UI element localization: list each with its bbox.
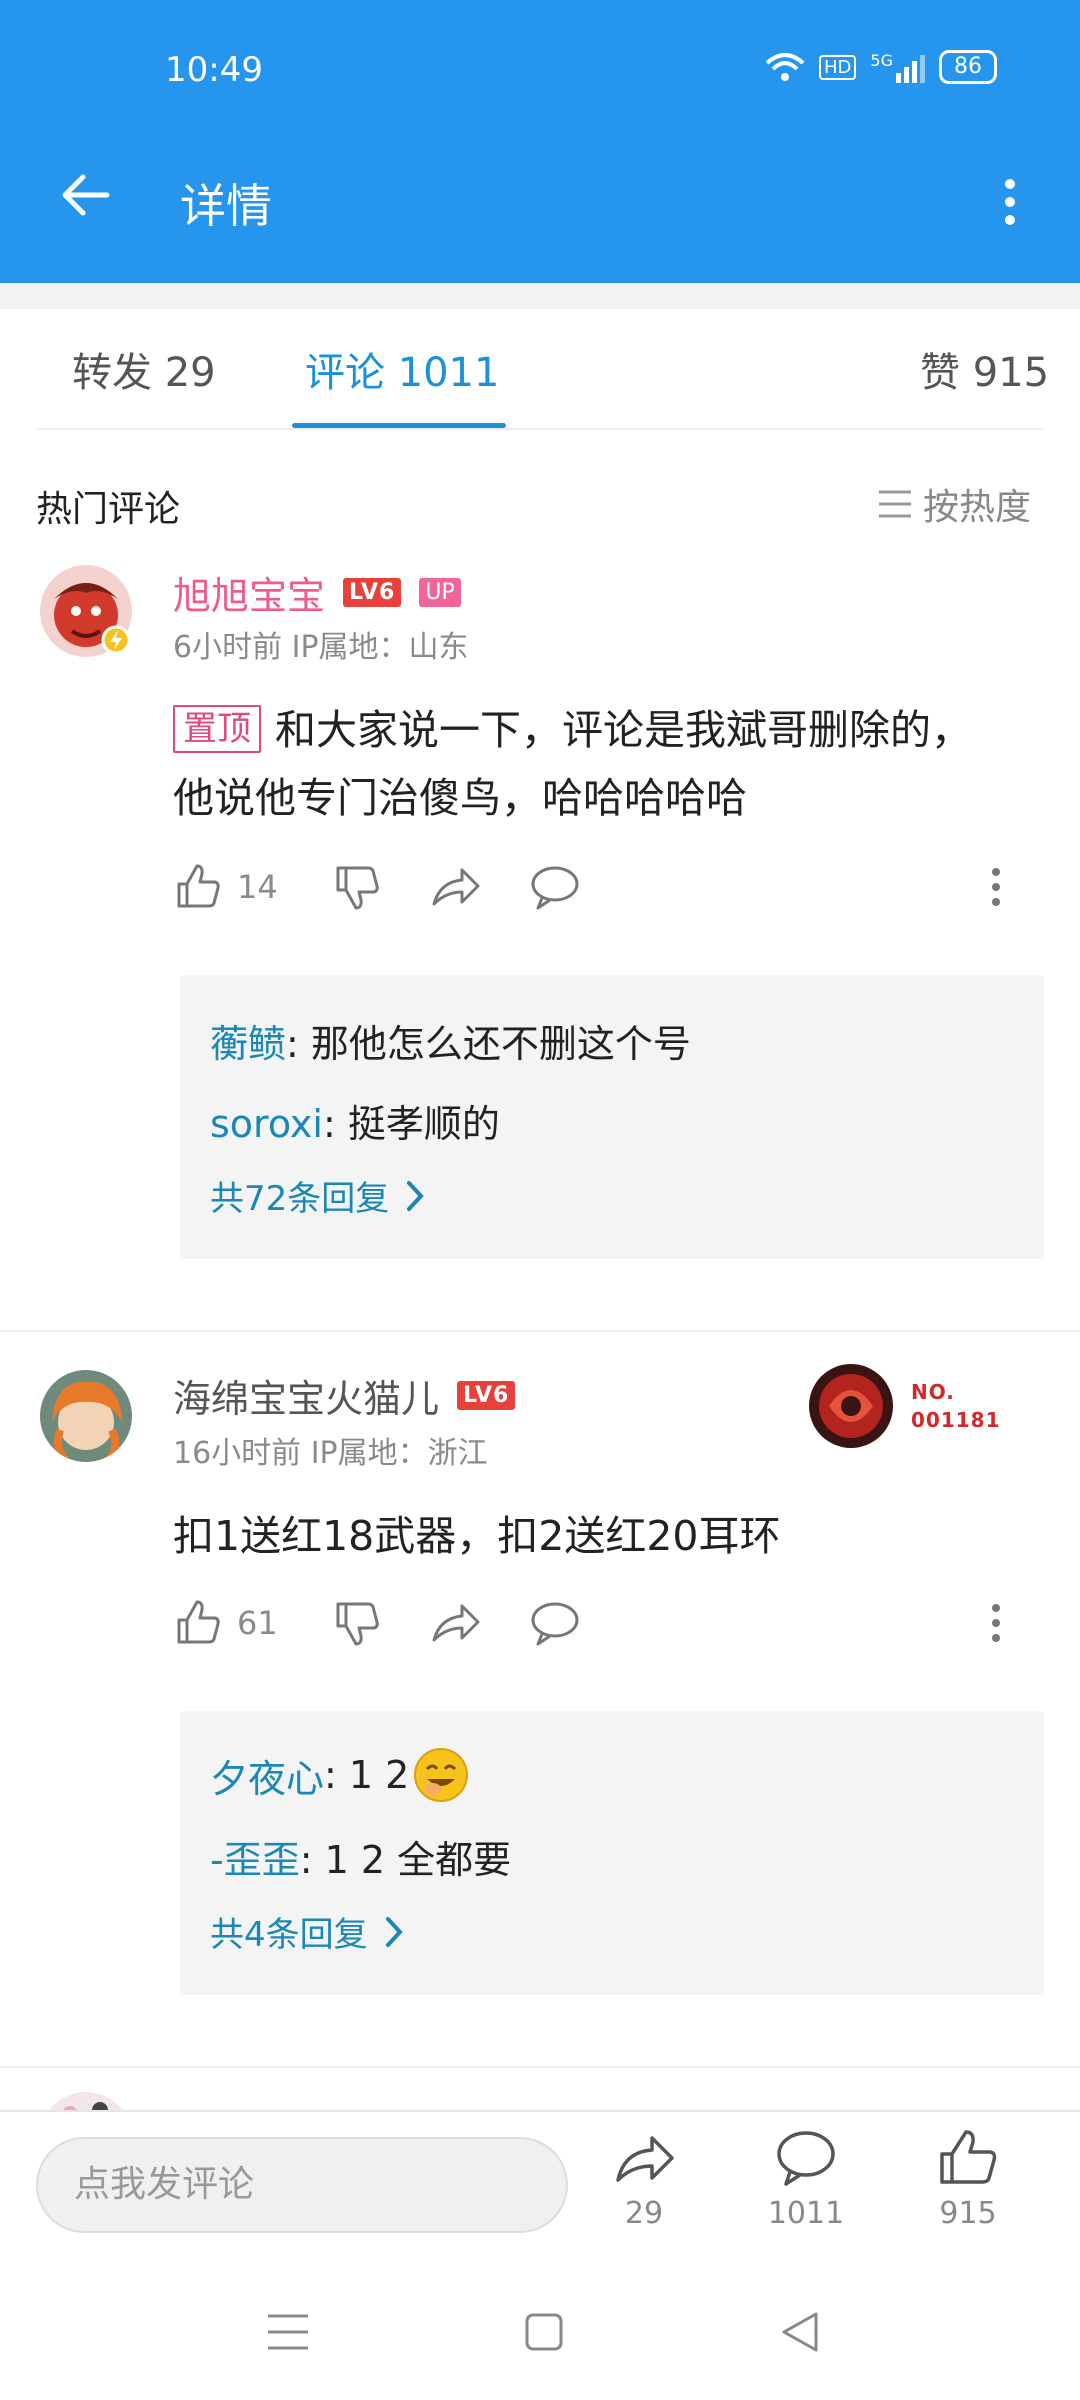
comment-meta: 6小时前 IP属地：山东 [173, 630, 469, 665]
comment-bubble-icon [777, 2131, 835, 2186]
like-count: 915 [939, 2196, 997, 2231]
like-count: 14 [237, 868, 278, 906]
medal-label: NO. [911, 1380, 955, 1404]
username[interactable]: 海绵宝宝火猫儿 [173, 1368, 439, 1423]
reply-text: : 挺孝顺的 [322, 1102, 500, 1146]
thumb-up-icon [940, 2130, 997, 2184]
comment-text: 扣1送红18武器，扣2送红20耳环 [173, 1512, 781, 1560]
reply-item: 夕夜心: 1 2 [210, 1747, 469, 1803]
tab-comments[interactable]: 评论 1011 [305, 340, 500, 398]
reply-item: soroxi: 挺孝顺的 [210, 1093, 500, 1148]
level-badge: LV6 [343, 578, 402, 607]
home-icon[interactable] [524, 2312, 564, 2352]
forward-count: 29 [624, 2196, 664, 2231]
reply-preview-box[interactable]: 夕夜心: 1 2 -歪歪: 1 2 全都要 共4条回复 [180, 1711, 1044, 1995]
hd-icon: HD [819, 54, 857, 80]
level-badge: LV6 [457, 1381, 516, 1410]
medal-number: 001181 [911, 1408, 1001, 1432]
comment-actions: 61 [173, 1598, 1003, 1648]
menu-icon[interactable] [266, 2312, 310, 2352]
tabs-divider [36, 428, 1044, 430]
share-icon [616, 2136, 674, 2182]
reply-preview-box[interactable]: 蘅鲼: 那他怎么还不删这个号 soroxi: 挺孝顺的 共72条回复 [180, 975, 1044, 1259]
like-count: 61 [237, 1604, 278, 1642]
comment-meta: 16小时前 IP属地：浙江 [173, 1436, 488, 1471]
forward-button[interactable]: 29 [584, 2128, 704, 2231]
page-title: 详情 [180, 179, 272, 233]
reply-item: -歪歪: 1 2 全都要 [210, 1829, 511, 1884]
status-icons: HD 5G 86 [765, 50, 997, 84]
reply-username[interactable]: 蘅鲼 [210, 1022, 286, 1066]
reply-count-label: 共4条回复 [210, 1915, 368, 1955]
sort-button[interactable]: 按热度 [877, 478, 1031, 530]
reply-text: : 那他怎么还不删这个号 [286, 1022, 691, 1066]
pinned-badge: 置顶 [173, 705, 261, 753]
avatar[interactable] [40, 1370, 132, 1462]
reply-bubble-icon[interactable] [530, 862, 580, 912]
share-icon[interactable] [430, 1598, 480, 1648]
reply-username[interactable]: -歪歪 [210, 1838, 300, 1882]
header-separator [0, 283, 1080, 309]
reply-text: : 1 2 [324, 1753, 410, 1797]
thumb-down-icon[interactable] [332, 862, 382, 912]
medal-icon [809, 1364, 893, 1448]
thumb-up-icon[interactable] [173, 862, 223, 912]
comment-button[interactable]: 1011 [746, 2128, 866, 2231]
sort-label: 按热度 [923, 487, 1032, 528]
reply-item: 蘅鲼: 那他怎么还不删这个号 [210, 1013, 691, 1068]
section-title: 热门评论 [36, 489, 181, 530]
comment-text: 置顶 和大家说一下，评论是我斌哥删除的，他说他专门治傻鸟，哈哈哈哈哈 [173, 696, 993, 832]
share-icon[interactable] [430, 862, 480, 912]
reply-username[interactable]: soroxi [210, 1102, 323, 1146]
comment-input[interactable]: 点我发评论 [36, 2137, 568, 2233]
thumb-up-icon[interactable] [173, 1598, 223, 1648]
comment-divider [0, 1330, 1080, 1332]
chevron-right-icon [407, 1180, 424, 1211]
back-triangle-icon[interactable] [780, 2310, 820, 2354]
comment-divider [0, 2066, 1080, 2068]
up-badge: UP [419, 578, 461, 607]
tab-likes[interactable]: 赞 915 [920, 340, 1049, 398]
emoji-laugh-icon [414, 1748, 469, 1802]
view-all-replies-link[interactable]: 共4条回复 [210, 1907, 404, 1956]
list-icon [879, 490, 911, 518]
wifi-icon [765, 53, 805, 81]
app-header [0, 0, 1080, 283]
comment-more-icon[interactable] [989, 1601, 1003, 1645]
more-options-icon[interactable] [995, 172, 1025, 232]
avatar-image [40, 1370, 132, 1462]
like-button[interactable]: 915 [908, 2128, 1028, 2231]
tab-forwards[interactable]: 转发 29 [72, 340, 216, 398]
chevron-right-icon [385, 1916, 403, 1947]
verified-lightning-icon [101, 625, 131, 655]
reply-username[interactable]: 夕夜心 [210, 1748, 324, 1803]
comment-body: 和大家说一下，评论是我斌哥删除的，他说他专门治傻鸟，哈哈哈哈哈 [173, 706, 972, 822]
status-time: 10:49 [165, 50, 263, 90]
comment-more-icon[interactable] [989, 865, 1003, 909]
reply-bubble-icon[interactable] [530, 1598, 580, 1648]
comment-author-row: 海绵宝宝火猫儿 LV6 [173, 1368, 516, 1423]
comment-actions: 14 [173, 862, 1003, 912]
fan-medal[interactable]: NO. 001181 [805, 1360, 1001, 1452]
battery-indicator: 86 [938, 50, 997, 84]
back-arrow-icon[interactable] [55, 165, 115, 225]
signal-icon: 5G [870, 51, 925, 83]
thumb-down-icon[interactable] [332, 1598, 382, 1648]
reply-count-label: 共72条回复 [210, 1179, 390, 1219]
comment-count: 1011 [767, 2196, 845, 2231]
view-all-replies-link[interactable]: 共72条回复 [210, 1171, 425, 1220]
username[interactable]: 旭旭宝宝 [173, 565, 325, 620]
comment-author-row: 旭旭宝宝 LV6 UP [173, 565, 461, 620]
reply-text: : 1 2 全都要 [299, 1838, 512, 1882]
